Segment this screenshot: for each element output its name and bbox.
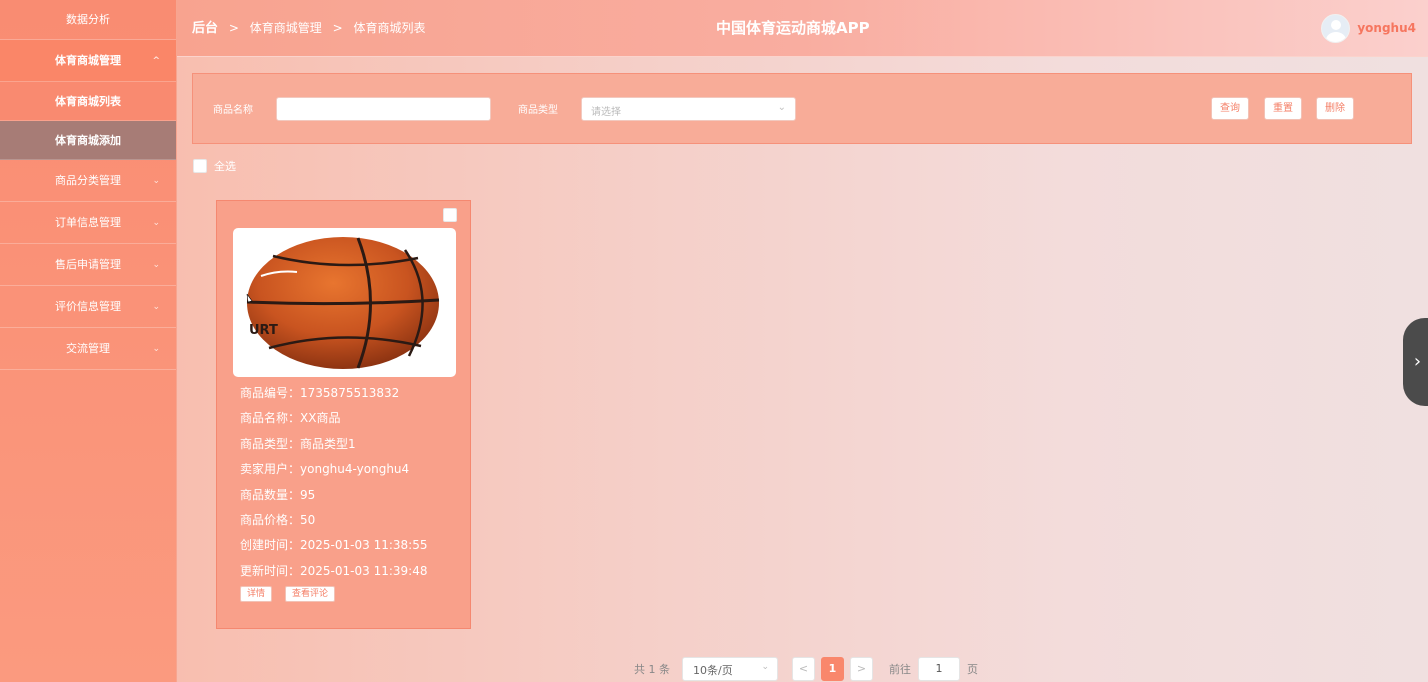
sidebar-item-communication[interactable]: 交流管理 ⌄ <box>0 328 176 370</box>
sidebar: 数据分析 体育商城管理 ^ 体育商城列表 体育商城添加 商品分类管理 ⌄ 订单信… <box>0 0 177 682</box>
field-label: 更新时间： <box>240 563 301 578</box>
product-fields: 商品编号： 1735875513832 商品名称： XX商品 商品类型： 商品类… <box>240 385 427 588</box>
breadcrumb-item: 体育商城列表 <box>353 21 426 35</box>
select-all-label: 全选 <box>214 160 236 173</box>
product-name-input[interactable] <box>276 97 491 121</box>
product-type-select[interactable]: 请选择 ⌄ <box>581 97 796 121</box>
goto-prefix: 前往 <box>889 662 911 676</box>
field-label: 卖家用户： <box>240 462 301 477</box>
query-button[interactable]: 查询 <box>1211 97 1249 120</box>
breadcrumb: 后台 > 体育商城管理 > 体育商城列表 <box>192 0 425 57</box>
sidebar-item-label: 商品分类管理 <box>55 174 121 187</box>
app-title: 中国体育运动商城APP <box>716 19 870 37</box>
next-page-button[interactable]: > <box>850 656 873 681</box>
chevron-down-icon: ⌄ <box>152 260 160 270</box>
detail-button[interactable]: 详情 <box>240 586 273 602</box>
product-name-label: 商品名称 <box>213 105 253 116</box>
delete-button[interactable]: 删除 <box>1316 97 1354 120</box>
page-size-select[interactable]: 10条/页 ⌄ <box>682 656 778 681</box>
sidebar-item-label: 评价信息管理 <box>55 300 121 313</box>
sidebar-group-sports-mall[interactable]: 体育商城管理 ^ <box>0 40 176 82</box>
field-value: 2025-01-03 11:38:55 <box>300 538 428 553</box>
product-image[interactable]: URT <box>233 228 456 377</box>
sidebar-item-label: 体育商城添加 <box>55 134 121 147</box>
sidebar-item-orders[interactable]: 订单信息管理 ⌄ <box>0 202 176 244</box>
chevron-down-icon: ⌄ <box>152 176 160 186</box>
view-reviews-button[interactable]: 查看评论 <box>285 586 336 602</box>
product-type-label: 商品类型 <box>518 105 558 116</box>
field-value: 50 <box>300 512 316 527</box>
sidebar-subitem-mall-add[interactable]: 体育商城添加 <box>0 121 176 160</box>
sidebar-item-label: 体育商城管理 <box>55 54 121 67</box>
basketball-image: URT <box>246 237 440 369</box>
chevron-right-icon: › <box>1413 351 1422 372</box>
sidebar-subitem-mall-list[interactable]: 体育商城列表 <box>0 82 176 121</box>
field-label: 创建时间： <box>240 538 301 553</box>
breadcrumb-home[interactable]: 后台 <box>192 21 218 36</box>
field-product-id: 商品编号： 1735875513832 <box>240 385 427 410</box>
field-value: yonghu4-yonghu4 <box>300 462 410 477</box>
field-value: XX商品 <box>300 411 341 426</box>
user-menu[interactable]: yonghu4 <box>1321 13 1416 43</box>
sidebar-item-label: 售后申请管理 <box>55 258 121 271</box>
field-value: 95 <box>300 487 316 502</box>
top-header: 后台 > 体育商城管理 > 体育商城列表 中国体育运动商城APP yonghu4 <box>177 0 1428 57</box>
field-product-name: 商品名称： XX商品 <box>240 410 427 435</box>
chevron-down-icon: ⌄ <box>761 661 769 672</box>
chevron-down-icon: ⌄ <box>152 218 160 228</box>
field-value: 商品类型1 <box>300 436 356 451</box>
breadcrumb-separator: > <box>228 21 239 35</box>
sidebar-item-label: 体育商城列表 <box>55 95 121 108</box>
goto-suffix: 页 <box>967 662 978 676</box>
field-updated-time: 更新时间： 2025-01-03 11:39:48 <box>240 563 427 588</box>
chevron-down-icon: ⌄ <box>777 102 786 113</box>
field-value: 2025-01-03 11:39:48 <box>300 563 428 578</box>
product-checkbox[interactable] <box>443 208 457 222</box>
sidebar-item-reviews[interactable]: 评价信息管理 ⌄ <box>0 286 176 328</box>
field-label: 商品数量： <box>240 487 301 502</box>
sidebar-item-data-analysis[interactable]: 数据分析 <box>0 0 176 40</box>
sidebar-item-after-sales[interactable]: 售后申请管理 ⌄ <box>0 244 176 286</box>
field-label: 商品价格： <box>240 512 301 527</box>
pagination-total: 共 1 条 <box>634 662 670 676</box>
field-label: 商品编号： <box>240 386 301 400</box>
pagination: 共 1 条 10条/页 ⌄ < 1 > 前往 1 页 <box>634 655 978 682</box>
field-label: 商品名称： <box>240 411 301 426</box>
page-number-button[interactable]: 1 <box>821 656 844 681</box>
goto-page-input[interactable]: 1 <box>918 656 960 681</box>
breadcrumb-separator: > <box>332 21 343 35</box>
field-label: 商品类型： <box>240 436 301 451</box>
product-card[interactable]: URT 商品编号： 1735875513832 商品名称： XX商品 商品类型：… <box>216 200 471 629</box>
chevron-down-icon: ⌄ <box>152 344 160 354</box>
sidebar-item-label: 数据分析 <box>66 13 110 26</box>
field-price: 商品价格： 50 <box>240 512 427 537</box>
breadcrumb-item[interactable]: 体育商城管理 <box>250 21 322 35</box>
reset-button[interactable]: 重置 <box>1264 97 1302 120</box>
page-size-value: 10条/页 <box>693 663 733 677</box>
field-product-type: 商品类型： 商品类型1 <box>240 436 427 461</box>
field-value: 1735875513832 <box>300 386 400 400</box>
side-panel-toggle[interactable]: › <box>1403 318 1428 406</box>
sidebar-item-category[interactable]: 商品分类管理 ⌄ <box>0 160 176 202</box>
username[interactable]: yonghu4 <box>1357 21 1416 35</box>
sidebar-item-label: 交流管理 <box>66 342 110 355</box>
avatar[interactable] <box>1321 13 1351 43</box>
field-created-time: 创建时间： 2025-01-03 11:38:55 <box>240 537 427 562</box>
select-all[interactable]: 全选 <box>193 158 236 174</box>
field-quantity: 商品数量： 95 <box>240 487 427 512</box>
chevron-down-icon: ⌄ <box>152 302 160 312</box>
chevron-up-icon: ^ <box>152 56 160 66</box>
field-seller: 卖家用户： yonghu4-yonghu4 <box>240 461 427 486</box>
product-type-placeholder: 请选择 <box>591 107 621 118</box>
search-panel: 商品名称 商品类型 请选择 ⌄ 查询 重置 删除 <box>192 73 1412 144</box>
sidebar-item-label: 订单信息管理 <box>55 216 121 229</box>
select-all-checkbox[interactable] <box>193 159 207 173</box>
prev-page-button[interactable]: < <box>792 656 815 681</box>
ball-print-text: URT <box>249 323 278 338</box>
